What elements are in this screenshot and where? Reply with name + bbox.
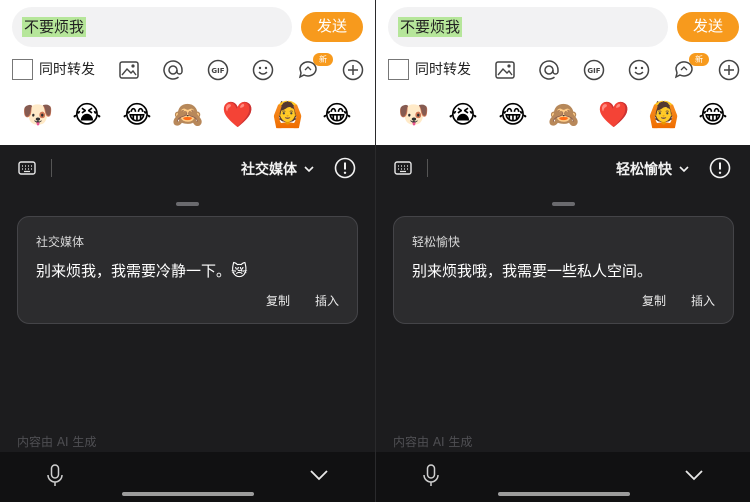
card-message: 别来烦我，我需要冷静一下。 <box>36 262 232 280</box>
new-badge: 新 <box>313 53 333 66</box>
repost-checkbox[interactable] <box>388 59 409 80</box>
at-icon[interactable] <box>537 56 561 84</box>
card-title: 社交媒体 <box>36 235 85 249</box>
input-selected-text: 不要烦我 <box>22 17 87 37</box>
send-button[interactable]: 发送 <box>677 12 739 42</box>
input-row: 不要烦我 发送 <box>12 7 363 47</box>
keyboard-icon[interactable] <box>18 159 36 177</box>
ai-toolbar: 社交媒体 <box>0 145 375 191</box>
bottom-bar <box>376 452 750 502</box>
sheet-handle[interactable] <box>552 202 575 206</box>
panel-social-media: 不要烦我 发送 同时转发 GIF 新 🐶 😭 😂 🙈 ❤️ 🙆 😂 社交媒体 社… <box>0 0 375 502</box>
emoji-item[interactable]: 😂 <box>322 100 352 130</box>
toolbar-divider <box>51 159 52 177</box>
emoji-item[interactable]: 😂 <box>698 100 728 130</box>
plus-circle-icon[interactable] <box>717 56 741 84</box>
copy-button[interactable]: 复制 <box>266 293 290 309</box>
smile-icon[interactable] <box>251 56 275 84</box>
gif-icon[interactable]: GIF <box>206 56 230 84</box>
card-actions: 复制 插入 <box>266 293 339 309</box>
svg-text:GIF: GIF <box>587 67 600 75</box>
insert-button[interactable]: 插入 <box>315 293 339 309</box>
card-actions: 复制 插入 <box>642 293 715 309</box>
insert-button[interactable]: 插入 <box>691 293 715 309</box>
gif-icon[interactable]: GIF <box>582 56 606 84</box>
chevron-down-icon[interactable] <box>309 468 329 482</box>
emoji-row: 🐶 😭 😂 🙈 ❤️ 🙆 😂 <box>0 100 375 140</box>
copy-button[interactable]: 复制 <box>642 293 666 309</box>
image-icon[interactable] <box>493 56 517 84</box>
card-emoji: 😿 <box>231 261 248 280</box>
chevron-down-icon <box>304 166 314 173</box>
style-dropdown[interactable]: 轻松愉快 <box>616 158 690 180</box>
card-text: 别来烦我哦，我需要一些私人空间。 <box>412 260 652 282</box>
toolbar: 同时转发 GIF 新 <box>376 53 750 86</box>
compose-area: 不要烦我 发送 同时转发 GIF 新 🐶 😭 😂 🙈 ❤️ 🙆 😂 <box>0 0 375 145</box>
input-row: 不要烦我 发送 <box>388 7 739 47</box>
sheet-handle[interactable] <box>176 202 199 206</box>
info-icon[interactable] <box>709 157 731 179</box>
emoji-item[interactable]: 🙈 <box>548 100 579 130</box>
chevron-down-icon <box>679 166 689 173</box>
comment-input[interactable]: 不要烦我 <box>12 7 292 47</box>
style-label: 轻松愉快 <box>616 162 672 178</box>
emoji-item[interactable]: 😭 <box>72 100 102 130</box>
emoji-item[interactable]: ❤️ <box>222 100 253 130</box>
keyboard-icon[interactable] <box>394 159 412 177</box>
at-icon[interactable] <box>161 56 185 84</box>
emoji-item[interactable]: 😭 <box>448 100 478 130</box>
emoji-item[interactable]: 🐶 <box>22 100 53 130</box>
repost-checkbox[interactable] <box>12 59 33 80</box>
emoji-item[interactable]: 🙈 <box>172 100 203 130</box>
home-indicator <box>122 492 254 496</box>
emoji-item[interactable]: 🙆 <box>648 100 679 130</box>
plus-circle-icon[interactable] <box>341 56 365 84</box>
emoji-item[interactable]: 🐶 <box>398 100 429 130</box>
card-text: 别来烦我，我需要冷静一下。😿 <box>36 260 248 282</box>
svg-text:GIF: GIF <box>211 67 224 75</box>
emoji-row: 🐶 😭 😂 🙈 ❤️ 🙆 😂 <box>376 100 750 140</box>
ai-generated-note: 内容由 AI 生成 <box>17 435 97 449</box>
mic-icon[interactable] <box>422 464 440 488</box>
mic-icon[interactable] <box>46 464 64 488</box>
card-title: 轻松愉快 <box>412 235 461 249</box>
suggestion-card: 社交媒体 别来烦我，我需要冷静一下。😿 复制 插入 <box>17 216 358 324</box>
repost-label: 同时转发 <box>415 62 471 78</box>
toolbar: 同时转发 GIF 新 <box>0 53 375 86</box>
ai-generated-note: 内容由 AI 生成 <box>393 435 473 449</box>
repost-label: 同时转发 <box>39 62 95 78</box>
input-selected-text: 不要烦我 <box>398 17 463 37</box>
new-badge: 新 <box>689 53 709 66</box>
bottom-bar <box>0 452 375 502</box>
style-label: 社交媒体 <box>241 162 297 178</box>
emoji-item[interactable]: 😂 <box>498 100 528 130</box>
image-icon[interactable] <box>117 56 141 84</box>
card-message: 别来烦我哦，我需要一些私人空间。 <box>412 262 653 280</box>
emoji-item[interactable]: ❤️ <box>598 100 629 130</box>
home-indicator <box>498 492 630 496</box>
smile-icon[interactable] <box>627 56 651 84</box>
emoji-item[interactable]: 😂 <box>122 100 152 130</box>
panel-relaxed: 不要烦我 发送 同时转发 GIF 新 🐶 😭 😂 🙈 ❤️ 🙆 😂 轻松愉快 轻… <box>375 0 750 502</box>
emoji-item[interactable]: 🙆 <box>272 100 303 130</box>
comment-input[interactable]: 不要烦我 <box>388 7 668 47</box>
ai-toolbar: 轻松愉快 <box>376 145 750 191</box>
style-dropdown[interactable]: 社交媒体 <box>241 158 315 180</box>
suggestion-card: 轻松愉快 别来烦我哦，我需要一些私人空间。 复制 插入 <box>393 216 734 324</box>
compose-area: 不要烦我 发送 同时转发 GIF 新 🐶 😭 😂 🙈 ❤️ 🙆 😂 <box>376 0 750 145</box>
info-icon[interactable] <box>334 157 356 179</box>
chevron-down-icon[interactable] <box>684 468 704 482</box>
send-button[interactable]: 发送 <box>301 12 363 42</box>
toolbar-divider <box>427 159 428 177</box>
